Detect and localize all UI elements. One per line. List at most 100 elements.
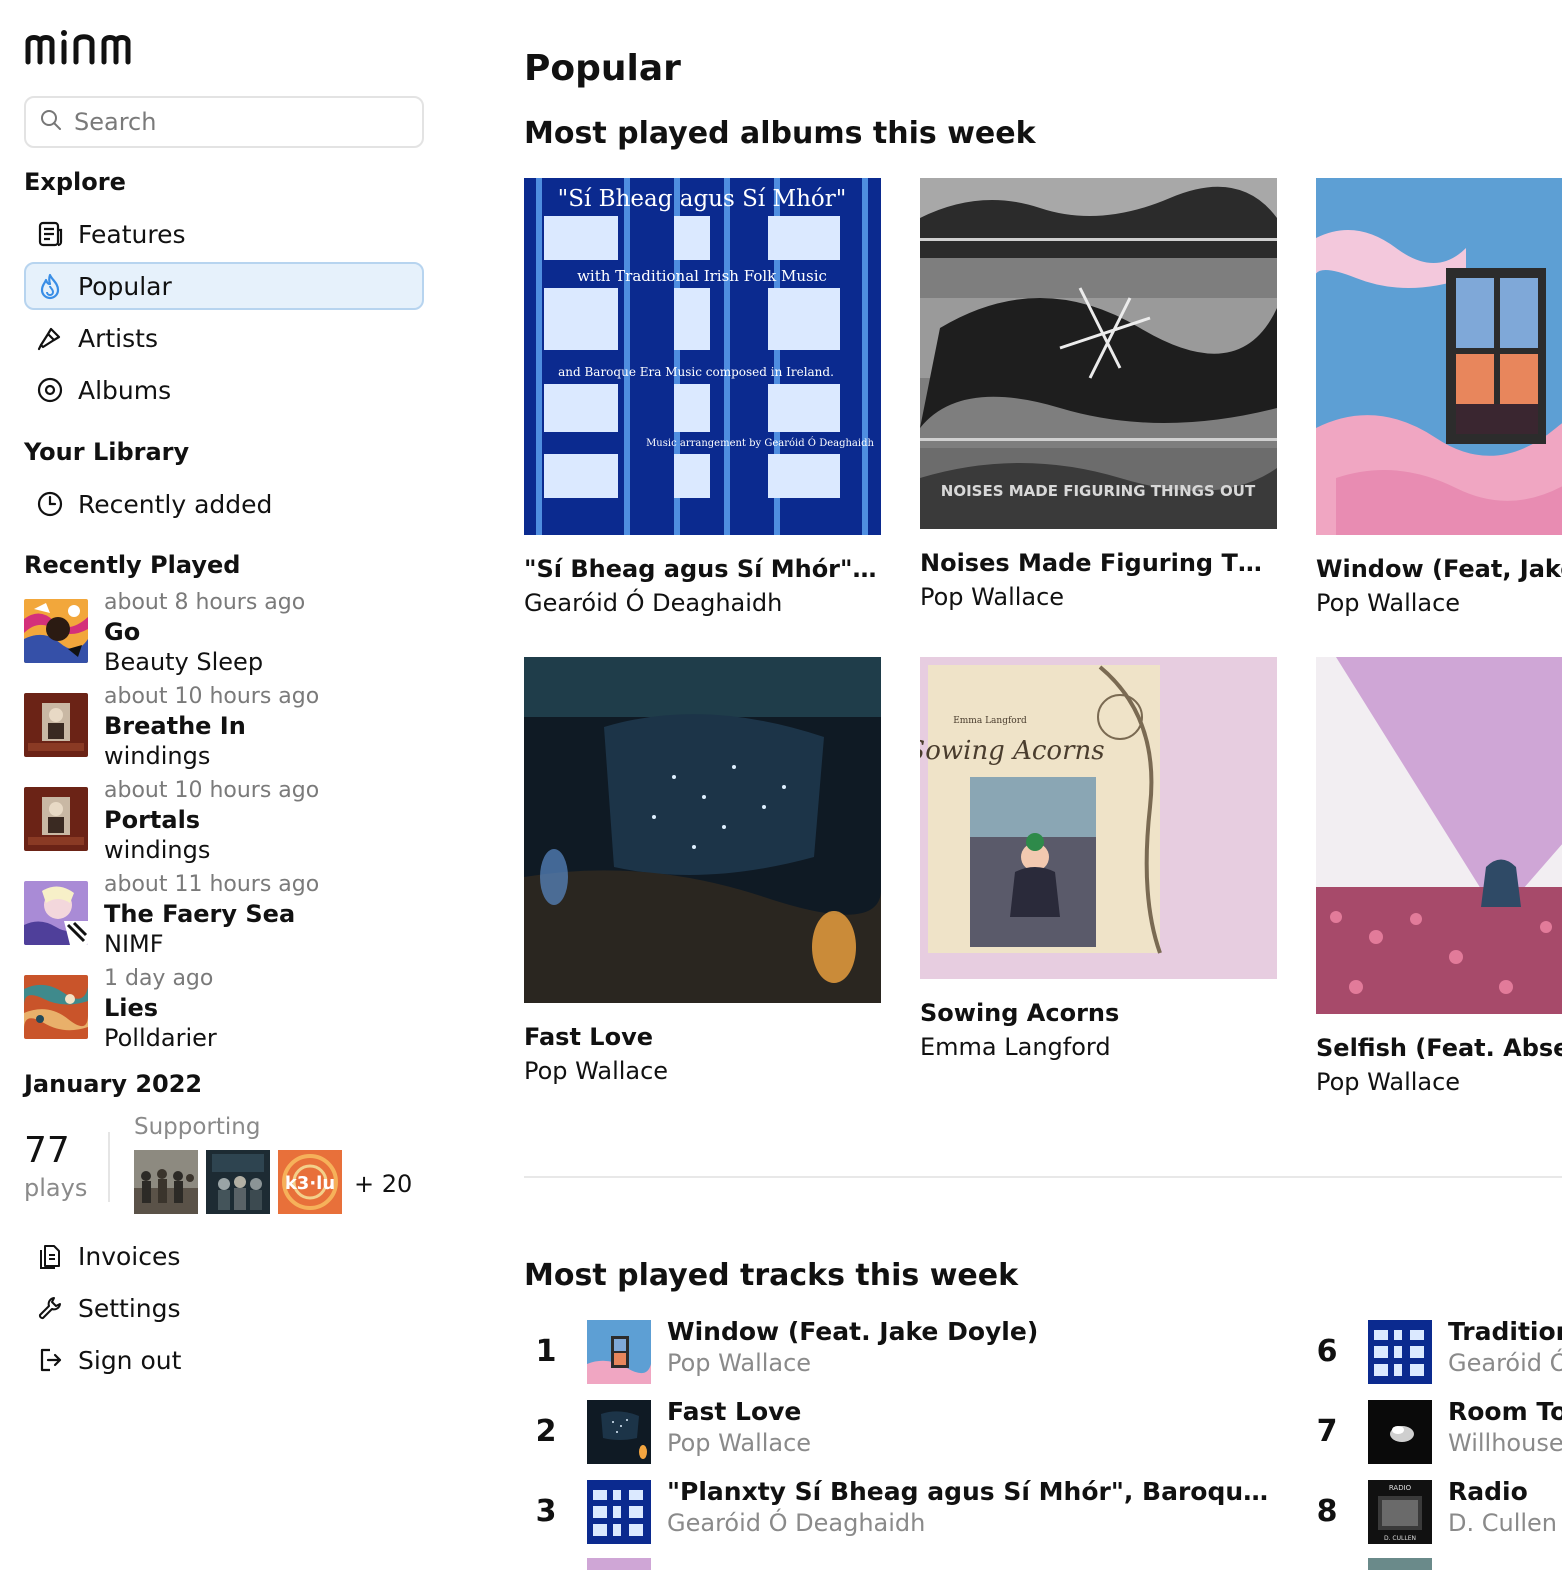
track-art <box>1368 1320 1432 1384</box>
wrench-icon <box>34 1292 66 1324</box>
minm-logo[interactable] <box>24 24 156 70</box>
track-title: Window (Feat. Jake Doyle) <box>667 1317 1039 1346</box>
recently-played-item[interactable]: 1 day ago Lies Polldarier <box>24 966 444 1062</box>
nav-popular[interactable]: Popular <box>24 262 424 310</box>
microphone-icon <box>34 322 66 354</box>
invoice-icon <box>34 1240 66 1272</box>
track-title: Fast Love <box>667 1397 802 1426</box>
nav-sign-out-label: Sign out <box>78 1345 182 1375</box>
album-title: "Sí Bheag agus Sí Mhór" with Traditional… <box>524 555 881 583</box>
search-input[interactable] <box>74 108 394 136</box>
newspaper-icon <box>34 218 66 250</box>
track-art <box>587 1480 651 1544</box>
recently-played-item[interactable]: about 11 hours ago The Faery Sea NIMF <box>24 872 444 968</box>
album-card[interactable]: Fast Love Pop Wallace <box>524 657 881 1087</box>
track-title: Lies <box>104 994 159 1022</box>
album-art-thumbnail <box>24 693 88 757</box>
track-rank: 3 <box>535 1494 557 1529</box>
album-cover: "Sí Bheag agus Sí Mhór" with Traditional… <box>524 178 881 535</box>
track-rank: 7 <box>1316 1414 1338 1449</box>
album-artist[interactable]: Pop Wallace <box>1316 1068 1460 1096</box>
album-artist[interactable]: Pop Wallace <box>1316 589 1460 617</box>
supported-artist-avatar[interactable] <box>134 1150 198 1214</box>
track-artist: windings <box>104 742 211 770</box>
track-title: The Faery Sea <box>104 900 296 928</box>
album-card[interactable]: NOISES MADE FIGURING THINGS OUT Noises M… <box>920 178 1277 618</box>
track-artist[interactable]: Gearóid Ó Deaghaidh <box>1448 1349 1562 1377</box>
album-card[interactable]: Window (Feat, Jake Doyle) Pop Wallace <box>1316 178 1562 618</box>
track-art <box>1368 1558 1432 1570</box>
section-divider <box>524 1176 1562 1178</box>
plays-label: plays <box>24 1174 88 1202</box>
track-rank: 2 <box>535 1414 557 1449</box>
track-title: Radio <box>1448 1477 1528 1506</box>
track-artist: Polldarier <box>104 1024 217 1052</box>
track-row[interactable]: 7 Room To Willhouse <box>1305 1397 1562 1470</box>
played-time: about 8 hours ago <box>104 590 306 615</box>
album-art-thumbnail <box>24 599 88 663</box>
nav-sign-out[interactable]: Sign out <box>24 1336 424 1384</box>
album-artist[interactable]: Emma Langford <box>920 1033 1111 1061</box>
track-art <box>587 1400 651 1464</box>
sign-out-icon <box>34 1344 66 1376</box>
svg-text:Music arrangement by Gearóid Ó: Music arrangement by Gearóid Ó Deaghaidh <box>646 437 874 449</box>
played-time: about 10 hours ago <box>104 778 320 803</box>
track-row[interactable] <box>1305 1558 1562 1570</box>
track-title: Portals <box>104 806 201 834</box>
track-title: Traditional <box>1448 1317 1562 1346</box>
played-time: 1 day ago <box>104 966 214 991</box>
track-artist[interactable]: Gearóid Ó Deaghaidh <box>667 1509 925 1537</box>
svg-text:Emma Langford: Emma Langford <box>953 716 1027 726</box>
nav-features[interactable]: Features <box>24 210 424 258</box>
track-row[interactable] <box>524 1558 1284 1570</box>
supported-artist-avatar[interactable]: k3·lu <box>278 1150 342 1214</box>
album-title: Fast Love <box>524 1023 653 1051</box>
track-title: "Planxty Sí Bheag agus Sí Mhór", Baroque… <box>667 1477 1277 1506</box>
track-artist[interactable]: Pop Wallace <box>667 1429 811 1457</box>
album-cover <box>524 657 881 1003</box>
album-cover <box>1316 657 1562 1014</box>
album-card[interactable]: Selfish (Feat. Absent) Pop Wallace <box>1316 657 1562 1107</box>
track-art <box>587 1558 651 1570</box>
nav-albums[interactable]: Albums <box>24 366 424 414</box>
nav-recently-added[interactable]: Recently added <box>24 480 424 528</box>
track-row[interactable]: 1 Window (Feat. Jake Doyle) Pop Wallace <box>524 1317 1284 1390</box>
track-title: Breathe In <box>104 712 246 740</box>
track-row[interactable]: 6 Traditional Gearóid Ó Deaghaidh <box>1305 1317 1562 1390</box>
recently-played-heading: Recently Played <box>24 551 241 579</box>
track-artist[interactable]: D. Cullen <box>1448 1509 1557 1537</box>
monthly-stats: 77 plays Supporting k3·lu + 20 <box>24 1112 444 1222</box>
album-card[interactable]: "Sí Bheag agus Sí Mhór" with Traditional… <box>524 178 881 618</box>
sidebar: Explore Features Popular Artists Albums … <box>0 0 470 1570</box>
track-artist[interactable]: Pop Wallace <box>667 1349 811 1377</box>
search-box[interactable] <box>24 96 424 148</box>
albums-section-heading: Most played albums this week <box>524 116 1036 151</box>
track-rank: 8 <box>1316 1494 1338 1529</box>
album-artist[interactable]: Gearóid Ó Deaghaidh <box>524 589 782 617</box>
nav-settings[interactable]: Settings <box>24 1284 424 1332</box>
svg-text:and Baroque Era Music composed: and Baroque Era Music composed in Irelan… <box>558 365 834 379</box>
svg-text:D. CULLEN: D. CULLEN <box>1384 1535 1416 1542</box>
track-row[interactable]: 2 Fast Love Pop Wallace <box>524 1397 1284 1470</box>
album-artist[interactable]: Pop Wallace <box>524 1057 668 1085</box>
album-card[interactable]: Emma Langford Sowing Acorns Sowing Acorn… <box>920 657 1277 1067</box>
track-title: Go <box>104 618 141 646</box>
svg-text:k3·lu: k3·lu <box>285 1173 335 1194</box>
plays-count: 77 <box>24 1130 70 1171</box>
track-row[interactable]: 8 RADIO D. CULLEN Radio D. Cullen <box>1305 1477 1562 1550</box>
album-art-thumbnail <box>24 975 88 1039</box>
recently-played-item[interactable]: about 10 hours ago Breathe In windings <box>24 684 444 780</box>
recently-played-item[interactable]: about 8 hours ago Go Beauty Sleep <box>24 590 444 686</box>
svg-text:Sowing Acorns: Sowing Acorns <box>920 736 1105 766</box>
nav-invoices[interactable]: Invoices <box>24 1232 424 1280</box>
track-artist[interactable]: Willhouse <box>1448 1429 1562 1457</box>
album-title: Noises Made Figuring Things Out <box>920 549 1277 577</box>
supported-artist-avatar[interactable] <box>206 1150 270 1214</box>
track-row[interactable]: 3 "Planxty Sí Bheag agus Sí Mhór", Baroq… <box>524 1477 1284 1550</box>
more-supported-count[interactable]: + 20 <box>354 1170 412 1198</box>
album-artist[interactable]: Pop Wallace <box>920 583 1064 611</box>
nav-artists[interactable]: Artists <box>24 314 424 362</box>
nav-albums-label: Albums <box>78 375 172 405</box>
tracks-section-heading: Most played tracks this week <box>524 1258 1019 1293</box>
recently-played-item[interactable]: about 10 hours ago Portals windings <box>24 778 444 874</box>
